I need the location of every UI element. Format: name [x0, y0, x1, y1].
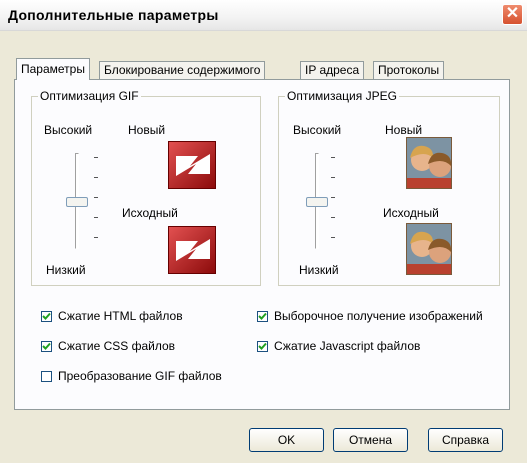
gif-slider-tick — [94, 177, 98, 178]
gif-original-preview — [168, 226, 216, 274]
jpeg-slider-tick — [331, 217, 335, 218]
gif-slider-tick — [94, 217, 98, 218]
compress-js-checkbox[interactable]: Сжатие Javascript файлов — [257, 339, 420, 353]
help-button[interactable]: Справка — [428, 428, 503, 452]
jpeg-original-preview — [406, 223, 452, 275]
selective-images-label: Выборочное получение изображений — [274, 309, 483, 323]
gif-new-preview — [168, 141, 216, 189]
tab-parameters[interactable]: Параметры — [16, 58, 90, 80]
jpeg-slider-tick — [331, 197, 335, 198]
children-photo-icon — [407, 138, 451, 188]
jpeg-new-label: Новый — [385, 123, 423, 137]
compress-js-label: Сжатие Javascript файлов — [274, 339, 421, 353]
close-button[interactable]: ✕ — [502, 4, 523, 25]
jpeg-new-preview — [406, 137, 452, 189]
gif-low-label: Низкий — [46, 263, 86, 277]
jpeg-slider-thumb[interactable] — [306, 197, 328, 207]
check-icon — [42, 313, 51, 321]
compress-css-label: Сжатие CSS файлов — [58, 339, 176, 353]
jpeg-low-label: Низкий — [299, 263, 339, 277]
title-bar[interactable]: Дополнительные параметры ✕ — [0, 0, 527, 31]
jpeg-optimization-group: Оптимизация JPEG Высокий Низкий Новый Ис… — [278, 89, 500, 286]
jpeg-slider-tick — [331, 237, 335, 238]
check-icon — [258, 343, 267, 351]
gif-new-label: Новый — [128, 123, 166, 137]
tab-protocols[interactable]: Протоколы — [373, 61, 445, 79]
window-title: Дополнительные параметры — [8, 7, 219, 23]
checkbox-box[interactable] — [41, 311, 52, 323]
tab-content-blocking[interactable]: Блокирование содержимого — [99, 61, 266, 79]
children-photo-icon — [407, 224, 451, 274]
convert-gif-label: Преобразование GIF файлов — [58, 369, 222, 383]
checkbox-box[interactable] — [41, 341, 52, 353]
jpeg-high-label: Высокий — [293, 123, 342, 137]
envelope-logo-icon — [176, 154, 210, 176]
ok-button[interactable]: OK — [249, 428, 324, 452]
check-icon — [42, 343, 51, 351]
envelope-logo-icon — [176, 239, 210, 261]
compress-html-label: Сжатие HTML файлов — [58, 309, 183, 323]
checkbox-box[interactable] — [257, 311, 268, 323]
gif-slider-tick — [94, 157, 98, 158]
gif-slider-thumb[interactable] — [66, 197, 88, 207]
gif-slider-tick — [94, 197, 98, 198]
convert-gif-checkbox[interactable]: Преобразование GIF файлов — [41, 369, 222, 383]
dialog-window: Дополнительные параметры ✕ Параметры Бло… — [0, 0, 527, 463]
tab-ip-addresses[interactable]: IP адреса — [300, 61, 365, 79]
jpeg-slider-tick — [331, 157, 335, 158]
compress-css-checkbox[interactable]: Сжатие CSS файлов — [41, 339, 175, 353]
gif-group-legend: Оптимизация GIF — [38, 89, 141, 103]
check-icon — [258, 313, 267, 321]
checkbox-box[interactable] — [257, 341, 268, 353]
tab-panel: Оптимизация GIF Высокий Низкий Новый Исх… — [14, 79, 510, 410]
selective-images-checkbox[interactable]: Выборочное получение изображений — [257, 309, 483, 323]
compress-html-checkbox[interactable]: Сжатие HTML файлов — [41, 309, 183, 323]
gif-original-label: Исходный — [122, 206, 178, 220]
gif-optimization-group: Оптимизация GIF Высокий Низкий Новый Исх… — [31, 89, 261, 286]
gif-high-label: Высокий — [44, 123, 93, 137]
jpeg-slider-tick — [331, 177, 335, 178]
jpeg-original-label: Исходный — [383, 206, 439, 220]
gif-slider-tick — [94, 237, 98, 238]
checkbox-box[interactable] — [41, 371, 52, 383]
jpeg-group-legend: Оптимизация JPEG — [285, 89, 399, 103]
cancel-button[interactable]: Отмена — [333, 428, 408, 452]
